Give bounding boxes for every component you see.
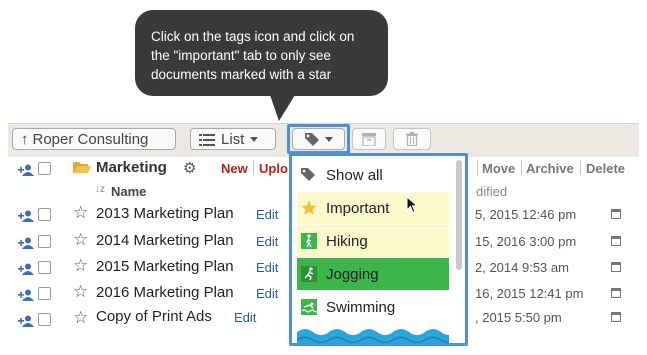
add-user-icon[interactable] bbox=[18, 262, 34, 275]
row-selectors bbox=[18, 313, 51, 327]
tag-option-label: Show all bbox=[326, 166, 383, 184]
calendar-icon[interactable] bbox=[611, 288, 621, 298]
row-checkbox[interactable] bbox=[38, 287, 51, 300]
instruction-tooltip: Click on the tags icon and click on the … bbox=[135, 10, 388, 96]
document-title[interactable]: 2014 Marketing Plan bbox=[96, 232, 234, 249]
tooltip-line-2: the "important" tab to only see bbox=[151, 48, 331, 63]
document-title[interactable]: 2015 Marketing Plan bbox=[96, 258, 234, 275]
archive-button[interactable] bbox=[352, 128, 386, 150]
star-outline-icon[interactable]: ☆ bbox=[73, 203, 88, 223]
swimming-icon bbox=[301, 299, 317, 315]
modified-date: , 2015 5:50 pm bbox=[475, 310, 562, 325]
star-icon bbox=[301, 200, 317, 216]
add-user-icon[interactable] bbox=[18, 288, 34, 301]
edit-link[interactable]: Edit bbox=[256, 207, 278, 222]
back-button-label: Roper Consulting bbox=[32, 130, 149, 148]
tag-option-important[interactable]: Important bbox=[297, 192, 449, 224]
arrow-up-icon: ↑ bbox=[21, 130, 29, 148]
calendar-icon[interactable] bbox=[611, 209, 621, 219]
folder-open-icon bbox=[73, 160, 91, 174]
tag-option-jogging[interactable]: Jogging bbox=[297, 258, 449, 290]
star-outline-icon[interactable]: ☆ bbox=[73, 282, 88, 302]
archive-icon bbox=[362, 132, 376, 147]
star-outline-icon[interactable]: ☆ bbox=[73, 308, 88, 328]
chevron-down-icon bbox=[250, 136, 259, 142]
tags-dropdown-menu: Show all Important Hiking Jogging Swimmi… bbox=[289, 153, 468, 346]
row-checkbox[interactable] bbox=[38, 208, 51, 221]
document-title[interactable]: 2013 Marketing Plan bbox=[96, 205, 234, 222]
delete-action-link[interactable]: Delete bbox=[586, 161, 625, 176]
add-user-icon[interactable] bbox=[18, 209, 34, 222]
trash-icon bbox=[406, 132, 418, 147]
folder-settings-gear-icon[interactable]: ⚙ bbox=[183, 159, 196, 177]
action-divider bbox=[253, 160, 254, 175]
tag-option-label: Important bbox=[326, 199, 390, 217]
jogging-icon bbox=[301, 266, 317, 282]
dropdown-scrollbar-thumb[interactable] bbox=[456, 160, 462, 270]
hiking-icon bbox=[301, 233, 317, 249]
tag-option-label: Swimming bbox=[326, 298, 396, 316]
tag-option-swimming[interactable]: Swimming bbox=[297, 291, 449, 323]
document-title[interactable]: Copy of Print Ads bbox=[96, 308, 212, 325]
row-selectors bbox=[18, 287, 51, 301]
modified-column-header[interactable]: dified bbox=[476, 184, 507, 199]
tooltip-line-1: Click on the tags icon and click on bbox=[151, 29, 355, 44]
edit-link[interactable]: Edit bbox=[256, 260, 278, 275]
select-all-checkbox[interactable] bbox=[38, 162, 51, 175]
action-divider bbox=[521, 160, 522, 175]
archive-action-link[interactable]: Archive bbox=[526, 161, 574, 176]
view-mode-dropdown[interactable]: List bbox=[190, 128, 276, 150]
modified-date: 15, 2016 3:00 pm bbox=[475, 234, 577, 249]
folder-name: Marketing bbox=[96, 159, 167, 176]
name-column-header[interactable]: Name bbox=[111, 184, 146, 199]
tags-icon bbox=[301, 167, 317, 183]
chevron-down-icon bbox=[325, 136, 333, 142]
folder-row-selectors bbox=[18, 162, 51, 176]
move-action-link[interactable]: Move bbox=[482, 161, 515, 176]
tag-option-partial-wave[interactable] bbox=[297, 324, 449, 343]
row-checkbox[interactable] bbox=[38, 313, 51, 326]
sort-ascending-icon[interactable]: ↓z bbox=[95, 184, 105, 195]
document-title[interactable]: 2016 Marketing Plan bbox=[96, 284, 234, 301]
tooltip-line-3: documents marked with a star bbox=[151, 67, 332, 82]
add-user-icon[interactable] bbox=[18, 163, 34, 176]
tag-option-show-all[interactable]: Show all bbox=[297, 159, 449, 191]
modified-date: 16, 2015 12:41 pm bbox=[475, 286, 584, 301]
row-checkbox[interactable] bbox=[38, 261, 51, 274]
tag-option-hiking[interactable]: Hiking bbox=[297, 225, 449, 257]
add-user-icon[interactable] bbox=[18, 236, 34, 249]
tag-option-label: Jogging bbox=[326, 265, 379, 283]
upload-action-link[interactable]: Uplo bbox=[259, 161, 288, 176]
modified-date: 2, 2014 9:53 am bbox=[475, 260, 569, 275]
tooltip-pointer bbox=[270, 95, 295, 121]
row-selectors bbox=[18, 208, 51, 222]
star-outline-icon[interactable]: ☆ bbox=[73, 230, 88, 250]
tags-button[interactable] bbox=[292, 128, 345, 150]
action-divider bbox=[477, 160, 478, 175]
modified-date: 5, 2015 12:46 pm bbox=[475, 207, 577, 222]
back-to-roper-consulting-button[interactable]: ↑ Roper Consulting bbox=[12, 128, 176, 150]
row-selectors bbox=[18, 261, 51, 275]
list-icon bbox=[199, 133, 215, 146]
star-outline-icon[interactable]: ☆ bbox=[73, 256, 88, 276]
add-user-icon[interactable] bbox=[18, 314, 34, 327]
new-action-link[interactable]: New bbox=[221, 161, 248, 176]
row-selectors bbox=[18, 235, 51, 249]
mouse-cursor-icon bbox=[406, 195, 419, 214]
calendar-icon[interactable] bbox=[611, 312, 621, 322]
calendar-icon[interactable] bbox=[611, 236, 621, 246]
edit-link[interactable]: Edit bbox=[234, 310, 256, 325]
edit-link[interactable]: Edit bbox=[256, 286, 278, 301]
action-divider bbox=[580, 160, 581, 175]
edit-link[interactable]: Edit bbox=[256, 234, 278, 249]
tags-icon bbox=[304, 132, 322, 146]
view-mode-label: List bbox=[221, 130, 245, 148]
calendar-icon[interactable] bbox=[611, 262, 621, 272]
tag-option-label: Hiking bbox=[326, 232, 368, 250]
delete-button[interactable] bbox=[393, 128, 431, 150]
row-checkbox[interactable] bbox=[38, 235, 51, 248]
